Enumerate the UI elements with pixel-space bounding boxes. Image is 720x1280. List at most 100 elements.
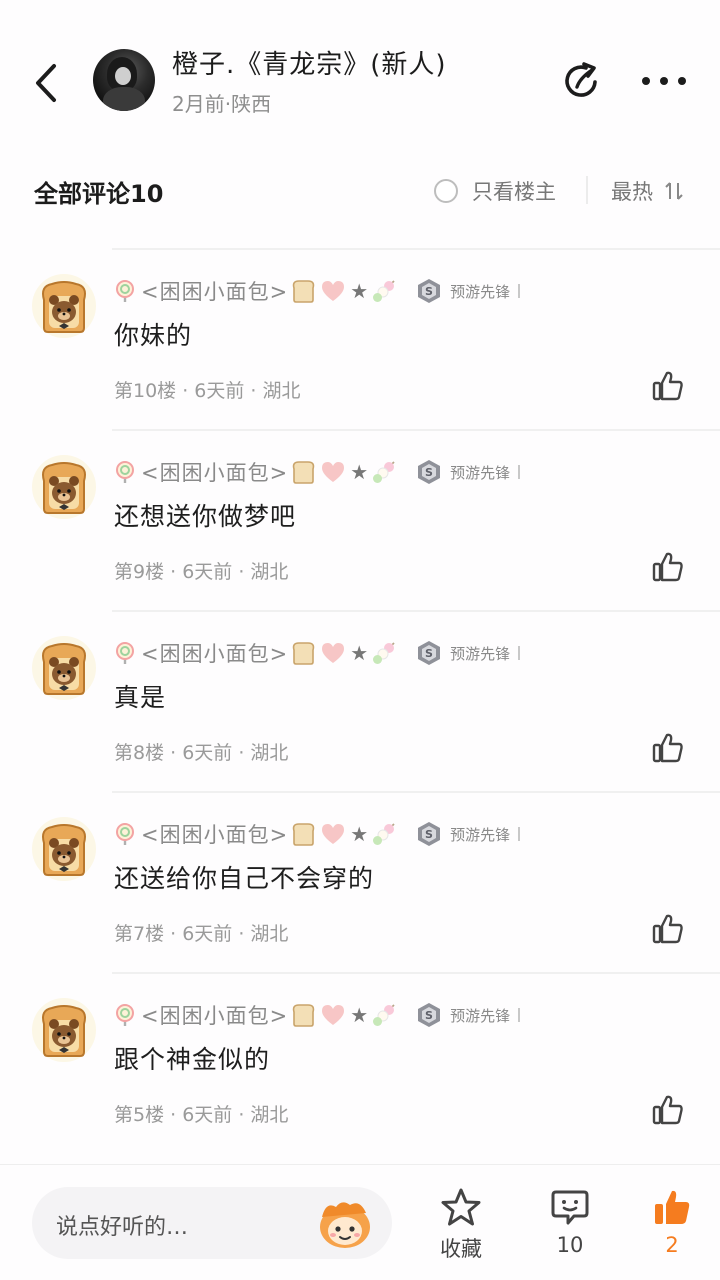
- dango-emoji-icon: [373, 823, 395, 845]
- user-badge-label: 预游先锋: [450, 1006, 511, 1025]
- comment-count: 10: [556, 1233, 584, 1257]
- badge-separator: [518, 646, 521, 660]
- star-emoji-icon: ★: [350, 1003, 369, 1027]
- commenter-name[interactable]: <困困小面包>: [141, 457, 288, 487]
- bread-emoji-icon: [292, 461, 315, 484]
- comment-divider: [112, 610, 720, 612]
- dango-emoji-icon: [373, 280, 395, 302]
- comment-text: 还送给你自己不会穿的: [114, 864, 375, 893]
- star-emoji-icon: ★: [350, 641, 369, 665]
- mascot-icon[interactable]: [316, 1197, 374, 1251]
- thumbs-up-icon: [652, 371, 683, 401]
- star-emoji-icon: ★: [350, 279, 369, 303]
- badge-separator: [518, 1008, 521, 1022]
- comment-divider: [112, 972, 720, 974]
- comment-item[interactable]: <困困小面包> ★ S 预游先锋 你妹的 第10楼 · 6天前 · 湖北: [0, 248, 720, 429]
- comment-meta: 第9楼 · 6天前 · 湖北: [114, 561, 289, 583]
- badge-icon: S: [418, 279, 441, 303]
- svg-text:S: S: [425, 466, 433, 479]
- dango-emoji-icon: [373, 1004, 395, 1026]
- only-op-toggle[interactable]: 只看楼主: [434, 176, 556, 206]
- comment-text: 真是: [114, 683, 167, 712]
- dango-emoji-icon: [373, 642, 395, 664]
- comment-item[interactable]: <困困小面包> ★ S 预游先锋 跟个神金似的 第5楼 · 6天前 · 湖北: [0, 972, 720, 1153]
- lollipop-icon: [116, 461, 134, 483]
- favorite-button[interactable]: 收藏: [421, 1187, 501, 1267]
- thumbs-up-icon: [652, 733, 683, 763]
- comment-bubble-icon: [551, 1190, 589, 1225]
- bottom-bar: 说点好听的… 收藏 10 2: [0, 1164, 720, 1280]
- commenter-name[interactable]: <困困小面包>: [141, 276, 288, 306]
- commenter-name-row[interactable]: <困困小面包> ★ S 预游先锋: [113, 457, 521, 487]
- favorite-label: 收藏: [440, 1237, 482, 1261]
- commenter-name-row[interactable]: <困困小面包> ★ S 预游先锋: [113, 638, 521, 668]
- like-post-button[interactable]: 2: [632, 1187, 712, 1267]
- commenter-name[interactable]: <困困小面包>: [141, 819, 288, 849]
- author-avatar[interactable]: [93, 49, 155, 111]
- thumbs-up-icon: [652, 552, 683, 582]
- comment-divider: [112, 791, 720, 793]
- comment-text: 你妹的: [114, 321, 193, 350]
- comment-like-button[interactable]: [652, 913, 684, 945]
- comment-like-button[interactable]: [652, 1094, 684, 1126]
- badge-icon: S: [418, 460, 441, 484]
- sort-label: 最热: [611, 180, 653, 204]
- comment-input[interactable]: 说点好听的…: [32, 1187, 392, 1259]
- badge-separator: [518, 827, 521, 841]
- commenter-name-row[interactable]: <困困小面包> ★ S 预游先锋: [113, 819, 521, 849]
- post-comments-page: 橙子.《青龙宗》(新人) 2月前·陕西 全部评论10 只看楼主 最热 <困困小面…: [0, 0, 720, 1280]
- like-count: 2: [665, 1233, 679, 1257]
- share-button[interactable]: [562, 60, 604, 102]
- star-emoji-icon: ★: [350, 822, 369, 846]
- comment-like-button[interactable]: [652, 370, 684, 402]
- comment-divider: [112, 429, 720, 431]
- commenter-name[interactable]: <困困小面包>: [141, 1000, 288, 1030]
- bread-avatar-icon: [42, 643, 86, 695]
- comment-item[interactable]: <困困小面包> ★ S 预游先锋 还想送你做梦吧 第9楼 · 6天前 · 湖北: [0, 429, 720, 610]
- heart-emoji-icon: [322, 643, 345, 663]
- sort-button[interactable]: 最热: [611, 176, 685, 206]
- comment-like-button[interactable]: [652, 732, 684, 764]
- comment-like-button[interactable]: [652, 551, 684, 583]
- bread-avatar-icon: [42, 281, 86, 333]
- bread-emoji-icon: [292, 280, 315, 303]
- badge-separator: [518, 284, 521, 298]
- bread-avatar-icon: [42, 462, 86, 514]
- comment-item[interactable]: <困困小面包> ★ S 预游先锋 还送给你自己不会穿的 第7楼 · 6天前 · …: [0, 791, 720, 972]
- heart-emoji-icon: [322, 824, 345, 844]
- commenter-avatar[interactable]: [32, 455, 96, 519]
- commenter-avatar[interactable]: [32, 274, 96, 338]
- comment-list: <困困小面包> ★ S 预游先锋 你妹的 第10楼 · 6天前 · 湖北 <困困…: [0, 248, 720, 1153]
- badge-icon: S: [418, 1003, 441, 1027]
- comment-text: 还想送你做梦吧: [114, 502, 297, 531]
- comment-count-button[interactable]: 10: [530, 1187, 610, 1267]
- more-icon: [642, 77, 686, 85]
- toolbar-divider: [586, 176, 588, 204]
- bread-emoji-icon: [292, 823, 315, 846]
- commenter-avatar[interactable]: [32, 817, 96, 881]
- back-button[interactable]: [28, 60, 68, 106]
- commenter-name-row[interactable]: <困困小面包> ★ S 预游先锋: [113, 1000, 521, 1030]
- comment-item[interactable]: <困困小面包> ★ S 预游先锋 真是 第8楼 · 6天前 · 湖北: [0, 610, 720, 791]
- svg-text:S: S: [425, 828, 433, 841]
- bread-emoji-icon: [292, 1004, 315, 1027]
- author-name[interactable]: 橙子.《青龙宗》(新人): [172, 44, 447, 81]
- dango-emoji-icon: [373, 461, 395, 483]
- commenter-avatar[interactable]: [32, 636, 96, 700]
- comment-text: 跟个神金似的: [114, 1045, 271, 1074]
- badge-icon: S: [418, 641, 441, 665]
- more-button[interactable]: [640, 64, 688, 98]
- thumbs-up-icon: [655, 1190, 690, 1224]
- star-emoji-icon: ★: [350, 460, 369, 484]
- svg-text:S: S: [425, 647, 433, 660]
- lollipop-icon: [116, 1004, 134, 1026]
- lollipop-icon: [116, 642, 134, 664]
- comment-divider: [112, 248, 720, 250]
- radio-icon[interactable]: [434, 179, 458, 203]
- commenter-avatar[interactable]: [32, 998, 96, 1062]
- commenter-name-row[interactable]: <困困小面包> ★ S 预游先锋: [113, 276, 521, 306]
- bread-avatar-icon: [42, 824, 86, 876]
- comment-meta: 第10楼 · 6天前 · 湖北: [114, 380, 301, 402]
- commenter-name[interactable]: <困困小面包>: [141, 638, 288, 668]
- all-comments-title: 全部评论10: [34, 180, 164, 208]
